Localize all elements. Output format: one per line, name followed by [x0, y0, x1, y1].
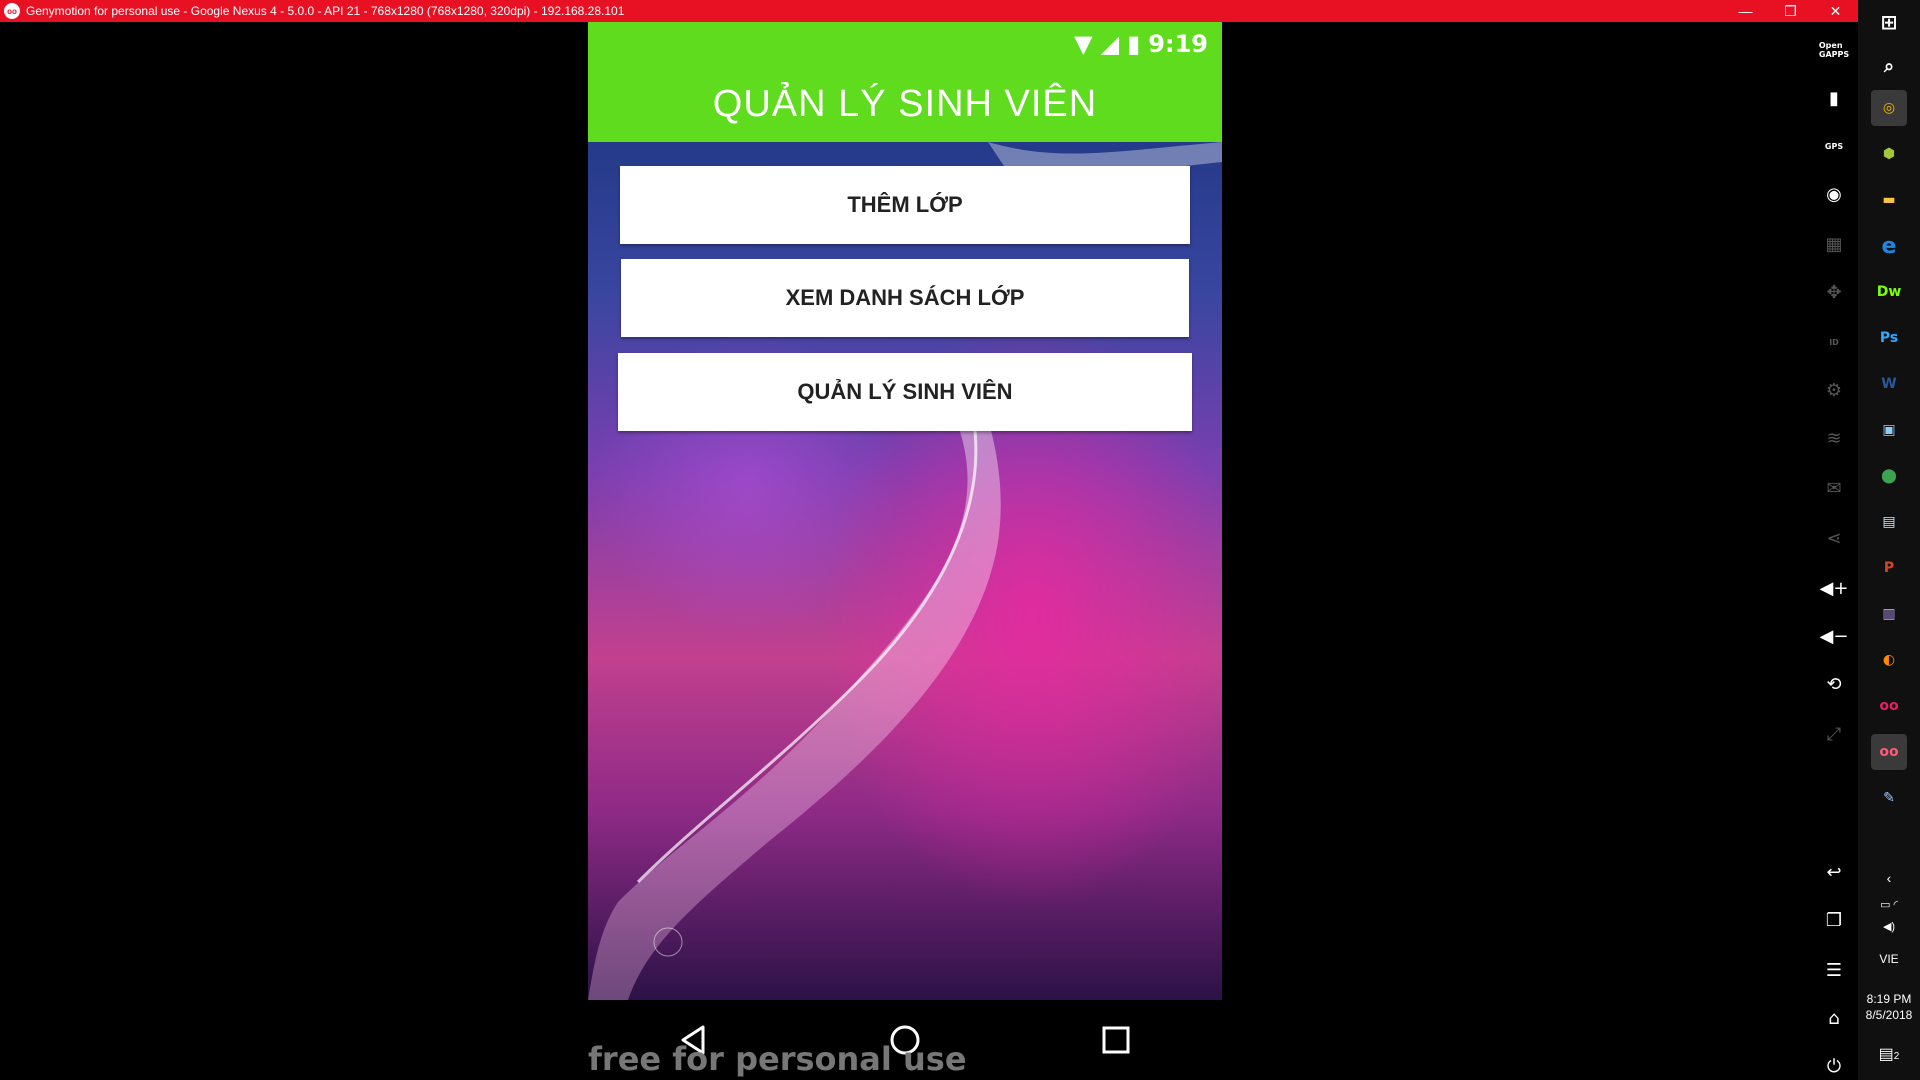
winrar-icon[interactable]: ▥: [1871, 596, 1907, 632]
action-center-icon[interactable]: ▤2: [1858, 1044, 1920, 1064]
search-icon[interactable]: ⌕: [1871, 48, 1907, 84]
manage-students-button[interactable]: QUẢN LÝ SINH VIÊN: [618, 353, 1192, 431]
volume-tray-icon[interactable]: ◀): [1858, 920, 1920, 933]
powerpoint-icon[interactable]: P: [1871, 550, 1907, 586]
app-title-bar: QUẢN LÝ SINH VIÊN: [588, 66, 1222, 142]
home-key-icon[interactable]: ⌂: [1820, 1004, 1848, 1032]
genymotion-icon[interactable]: oo: [1871, 688, 1907, 724]
recents-icon[interactable]: [1091, 1015, 1141, 1065]
genymotion-toolbar: Open GAPPS ▮ GPS ◉ ▦ ✥ ID ⚙ ≋ ✉ ⋖ ◀+ ◀− …: [1810, 22, 1858, 1080]
minimize-button[interactable]: —: [1723, 0, 1768, 22]
close-button[interactable]: ✕: [1813, 0, 1858, 22]
windows-start-icon[interactable]: ⊞: [1871, 4, 1907, 40]
genymotion-logo-icon: oo: [4, 3, 20, 19]
scale-icon[interactable]: ⤢: [1820, 720, 1848, 748]
wifi-icon: ▼: [1074, 30, 1093, 58]
power-network-tray-icon[interactable]: ▭ ◜: [1858, 898, 1920, 911]
disk-io-icon[interactable]: ⚙: [1820, 376, 1848, 404]
network-icon[interactable]: ≋: [1820, 424, 1848, 452]
photoshop-icon[interactable]: Ps: [1871, 320, 1907, 356]
window-titlebar: oo Genymotion for personal use - Google …: [0, 0, 1858, 22]
browser-icon[interactable]: ◐: [1871, 642, 1907, 678]
restore-button[interactable]: ❐: [1768, 0, 1813, 22]
app-title: QUẢN LÝ SINH VIÊN: [712, 82, 1098, 125]
device-screen: ▼ ◢ ▮ 9:19 QUẢN LÝ SINH VIÊN THÊM LỚP XE…: [588, 22, 1222, 1000]
volume-down-icon[interactable]: ◀−: [1820, 622, 1849, 650]
word-icon[interactable]: W: [1871, 366, 1907, 402]
volume-up-icon[interactable]: ◀+: [1820, 574, 1849, 602]
menu-key-icon[interactable]: ☰: [1820, 956, 1848, 984]
status-clock: 9:19: [1148, 30, 1208, 58]
share-icon[interactable]: ⋖: [1820, 524, 1848, 552]
signal-icon: ◢: [1100, 30, 1120, 58]
add-class-button[interactable]: THÊM LỚP: [620, 166, 1190, 244]
dreamweaver-icon[interactable]: Dw: [1871, 274, 1907, 310]
edge-icon[interactable]: e: [1871, 228, 1907, 264]
genymotion-player-icon[interactable]: oo: [1871, 734, 1907, 770]
view-class-list-button[interactable]: XEM DANH SÁCH LỚP: [621, 259, 1189, 337]
virtualbox-icon[interactable]: ▣: [1871, 412, 1907, 448]
webcam-icon[interactable]: ◉: [1820, 180, 1848, 208]
photos-icon[interactable]: ▤: [1871, 504, 1907, 540]
watermark-text: free for personal use: [588, 1040, 967, 1078]
power-icon[interactable]: ⏻: [1820, 1052, 1848, 1080]
android-status-bar: ▼ ◢ ▮ 9:19: [588, 22, 1222, 66]
paint-icon[interactable]: ✎: [1871, 780, 1907, 816]
chrome-icon[interactable]: ◎: [1871, 90, 1907, 126]
emulator-stage: ▼ ◢ ▮ 9:19 QUẢN LÝ SINH VIÊN THÊM LỚP XE…: [0, 22, 1858, 1080]
show-hidden-icons-icon[interactable]: ‹: [1858, 870, 1920, 886]
device-id-icon[interactable]: ID: [1820, 328, 1848, 356]
remote-control-icon[interactable]: ✥: [1820, 278, 1848, 306]
recent-apps-key-icon[interactable]: ❐: [1820, 906, 1848, 934]
file-explorer-icon[interactable]: ▬: [1871, 182, 1907, 218]
input-language[interactable]: VIE: [1858, 952, 1920, 966]
battery-charging-icon: ▮: [1127, 30, 1141, 58]
window-title: Genymotion for personal use - Google Nex…: [26, 4, 625, 18]
gps-icon[interactable]: GPS: [1820, 132, 1848, 160]
taskbar-clock-time[interactable]: 8:19 PM: [1858, 992, 1920, 1006]
rotate-icon[interactable]: ⟲: [1820, 670, 1848, 698]
windows-taskbar: ⊞ ⌕ ◎ ⬢ ▬ e Dw Ps W ▣ ⬤ ▤ P ▥ ◐ oo oo ✎ …: [1858, 0, 1920, 1080]
android-studio-icon[interactable]: ⬢: [1871, 136, 1907, 172]
notification-count: 2: [1893, 1051, 1900, 1062]
sms-icon[interactable]: ✉: [1820, 474, 1848, 502]
battery-icon[interactable]: ▮: [1820, 84, 1848, 112]
open-gapps-icon[interactable]: Open GAPPS: [1819, 36, 1849, 64]
screencast-icon[interactable]: ▦: [1820, 230, 1848, 258]
idm-icon[interactable]: ⬤: [1871, 458, 1907, 494]
taskbar-clock-date[interactable]: 8/5/2018: [1858, 1008, 1920, 1022]
back-key-icon[interactable]: ↩: [1820, 858, 1848, 886]
